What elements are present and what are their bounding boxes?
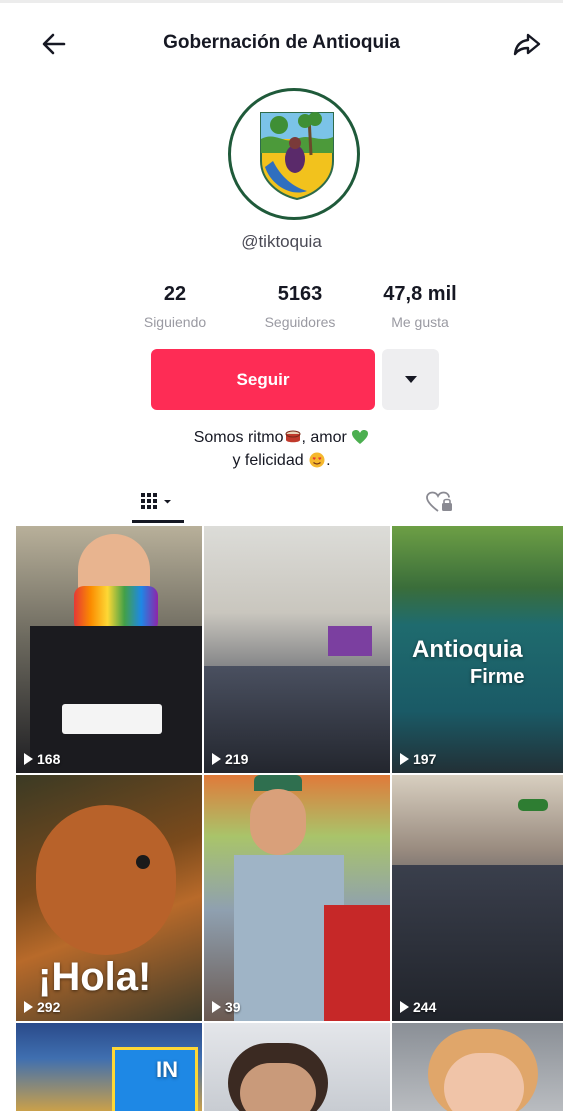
- view-count-text: 244: [413, 999, 437, 1015]
- thumbnail-sign: [62, 704, 162, 734]
- view-count-text: 168: [37, 751, 61, 767]
- play-icon: [400, 753, 409, 765]
- thumbnail-crowd: [392, 865, 563, 1021]
- follow-button[interactable]: Seguir: [151, 349, 375, 410]
- thumbnail-subtitle: Firme: [470, 666, 525, 688]
- heart-lock-icon: [426, 491, 452, 512]
- view-count-text: 219: [225, 751, 249, 767]
- thumbnail-child: [324, 905, 390, 1021]
- view-count: 292: [24, 999, 60, 1015]
- share-icon[interactable]: [509, 26, 545, 62]
- thumbnail-squirrel: [36, 805, 176, 955]
- video-thumbnail[interactable]: IN: [16, 1023, 202, 1111]
- thumbnail-person: [250, 789, 306, 855]
- video-thumbnail[interactable]: 39: [204, 775, 390, 1021]
- top-divider: [0, 0, 563, 3]
- profile-stats: 22 Siguiendo 5163 Seguidores 47,8 mil Me…: [115, 283, 485, 343]
- view-count: 39: [212, 999, 241, 1015]
- stat-following[interactable]: 22 Siguiendo: [115, 283, 235, 330]
- active-tab-indicator: [132, 520, 184, 523]
- thumbnail-title: ¡Hola!: [38, 955, 152, 999]
- profile-bio: Somos ritmo , amor y felicidad .: [0, 426, 563, 472]
- video-thumbnail[interactable]: 168: [16, 526, 202, 773]
- page-title: Gobernación de Antioquia: [163, 32, 400, 53]
- play-icon: [24, 753, 33, 765]
- grid-icon: [141, 493, 171, 509]
- play-icon: [24, 1001, 33, 1013]
- caret-down-icon: [404, 375, 417, 383]
- video-thumbnail[interactable]: [204, 1023, 390, 1111]
- stat-likes: 47,8 mil Me gusta: [360, 283, 480, 330]
- username: @tiktoquia: [241, 232, 322, 251]
- video-thumbnail[interactable]: [392, 1023, 563, 1111]
- green-heart-icon: [352, 430, 369, 444]
- stat-followers[interactable]: 5163 Seguidores: [240, 283, 360, 330]
- play-icon: [400, 1001, 409, 1013]
- stat-label: Me gusta: [391, 314, 449, 330]
- video-thumbnail[interactable]: ¡Hola! 292: [16, 775, 202, 1021]
- drum-emoji-icon: [285, 430, 300, 443]
- thumbnail-squirrel-eye: [136, 855, 150, 869]
- avatar[interactable]: [228, 88, 360, 220]
- profile-header: Gobernación de Antioquia: [0, 18, 563, 70]
- play-icon: [212, 753, 221, 765]
- video-thumbnail[interactable]: 244: [392, 775, 563, 1021]
- video-thumbnail[interactable]: Antioquia Firme 197: [392, 526, 563, 773]
- stat-value: 5163: [277, 283, 323, 305]
- thumbnail-banner: [112, 1047, 198, 1111]
- tab-liked[interactable]: [400, 482, 480, 522]
- coat-of-arms-icon: [260, 112, 334, 201]
- video-thumbnail[interactable]: 219: [204, 526, 390, 773]
- play-icon: [212, 1001, 221, 1013]
- profile-tabs: [0, 482, 563, 524]
- thumbnail-title: Antioquia: [412, 636, 523, 663]
- view-count: 219: [212, 751, 248, 767]
- stat-label: Siguiendo: [143, 314, 207, 330]
- stat-value: 22: [163, 283, 187, 305]
- view-count-text: 292: [37, 999, 61, 1015]
- video-grid: 168 219 Antioquia Firme 197 ¡Hola! 292 3…: [16, 526, 563, 1111]
- suggested-accounts-button[interactable]: [382, 349, 439, 410]
- thumbnail-face: [240, 1063, 316, 1111]
- view-count: 168: [24, 751, 60, 767]
- thumbnail-screen: [328, 626, 372, 656]
- bio-text: y felicidad: [232, 452, 304, 469]
- thumbnail-title: IN: [156, 1057, 178, 1082]
- view-count: 244: [400, 999, 436, 1015]
- view-count: 197: [400, 751, 436, 767]
- thumbnail-cap: [518, 799, 548, 811]
- tab-videos[interactable]: [118, 482, 198, 522]
- heart-eyes-emoji-icon: [309, 452, 325, 468]
- bio-text: .: [326, 452, 331, 469]
- view-count-text: 197: [413, 751, 437, 767]
- stat-value: 47,8 mil: [383, 283, 457, 305]
- bio-text: Somos ritmo: [193, 429, 284, 446]
- stat-label: Seguidores: [264, 314, 336, 330]
- view-count-text: 39: [225, 999, 241, 1015]
- thumbnail-face: [444, 1053, 524, 1111]
- bio-text: , amor: [301, 429, 347, 446]
